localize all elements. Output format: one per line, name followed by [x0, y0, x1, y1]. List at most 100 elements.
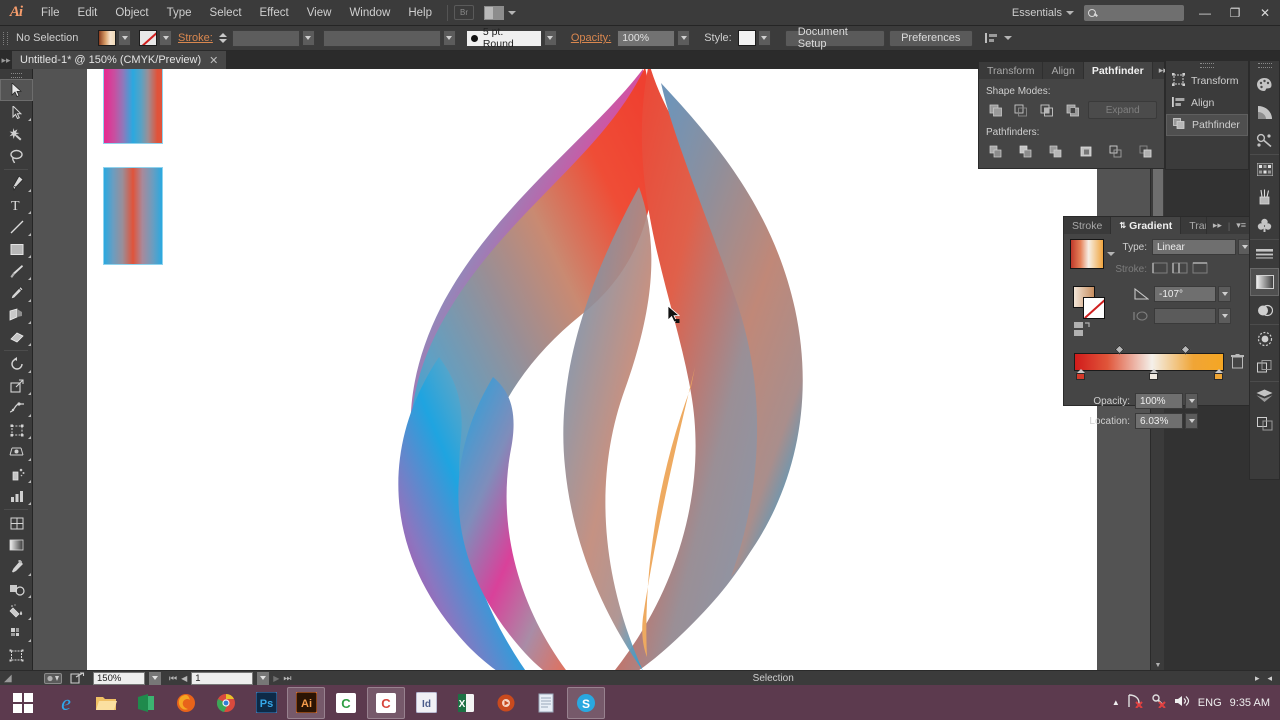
dock-item-transform[interactable]: Transform [1166, 70, 1248, 92]
perspective-grid-tool[interactable] [0, 622, 33, 644]
intersect-button[interactable] [1037, 101, 1057, 119]
menu-file[interactable]: File [32, 0, 69, 26]
minus-front-button[interactable] [1012, 101, 1032, 119]
restore-button[interactable]: ❐ [1220, 0, 1250, 26]
stroke-swatch[interactable] [139, 30, 157, 46]
stroke-profile-control[interactable] [323, 30, 456, 47]
bridge-icon[interactable]: Br [454, 5, 474, 20]
tab-stroke[interactable]: Stroke [1064, 217, 1111, 234]
document-setup-button[interactable]: Document Setup [785, 30, 885, 47]
paintbrush-tool[interactable] [0, 260, 33, 282]
stroke-weight-stepper[interactable] [219, 30, 230, 47]
opacity-field[interactable]: 100% [617, 30, 675, 47]
gradient-aspect-value[interactable] [1154, 308, 1216, 324]
scroll-down-icon[interactable]: ▼ [1151, 662, 1164, 669]
tab-gradient[interactable]: ⇅ Gradient [1111, 217, 1181, 234]
stroke-label[interactable]: Stroke: [172, 32, 219, 44]
layers-icon[interactable] [1250, 382, 1279, 410]
color-guide-icon[interactable] [1250, 98, 1279, 126]
gradient-stroke-box[interactable] [1083, 297, 1105, 319]
eraser-tool[interactable] [0, 326, 33, 348]
brush-definition-field[interactable]: 5 pt. Round [466, 30, 542, 47]
taskbar-office[interactable] [127, 687, 165, 719]
exclude-button[interactable] [1063, 101, 1083, 119]
gradient-location-value[interactable]: 6.03% [1135, 413, 1183, 429]
taskbar-skype[interactable]: S [567, 687, 605, 719]
dock-item-pathfinder[interactable]: Pathfinder [1166, 114, 1248, 136]
stroke-along-icon[interactable] [1172, 261, 1189, 278]
brush-definition-dropdown[interactable] [544, 30, 557, 46]
taskbar-camtasia[interactable]: C [327, 687, 365, 719]
minus-back-button[interactable] [1136, 142, 1156, 160]
fill-swatch-control[interactable] [98, 30, 131, 46]
direct-selection-tool[interactable] [0, 101, 33, 123]
tab-bar-grip[interactable]: ▸▸ [0, 51, 12, 69]
mesh-tool[interactable] [0, 512, 33, 534]
start-button[interactable] [0, 685, 46, 720]
opacity-label[interactable]: Opacity: [565, 32, 617, 44]
action-center-icon[interactable] [1151, 694, 1166, 711]
rotate-tool[interactable] [0, 353, 33, 375]
taskbar-media-player[interactable] [487, 687, 525, 719]
gradient-stop-3[interactable] [1214, 369, 1223, 380]
fill-swatch[interactable] [98, 30, 116, 46]
shape-perspective-tool[interactable] [0, 441, 33, 463]
stroke-swatch-control[interactable] [139, 30, 172, 46]
magic-wand-tool[interactable] [0, 123, 33, 145]
menu-edit[interactable]: Edit [69, 0, 107, 26]
graphic-styles-icon[interactable] [1250, 353, 1279, 381]
symbol-libraries-icon[interactable] [1250, 211, 1279, 239]
pencil-tool[interactable] [0, 282, 33, 304]
style-control[interactable] [738, 30, 771, 46]
next-artboard-icon[interactable]: ▶ [273, 674, 279, 683]
document-tab[interactable]: Untitled-1* @ 150% (CMYK/Preview) ✕ [12, 51, 227, 69]
shape-builder-tool[interactable] [0, 304, 33, 326]
chevron-down-icon[interactable] [1004, 36, 1012, 40]
stroke-profile-dropdown[interactable] [443, 30, 456, 46]
strip-grip[interactable] [1250, 61, 1279, 70]
gradient-stop-1[interactable] [1076, 369, 1085, 380]
zoom-level-value[interactable]: 150% [93, 672, 145, 685]
stroke-across-icon[interactable] [1192, 261, 1209, 278]
taskbar-photoshop[interactable]: Ps [247, 687, 285, 719]
gradient-angle-value[interactable]: -107° [1154, 286, 1216, 302]
zoom-level-control[interactable]: 150% [89, 671, 165, 686]
merge-button[interactable] [1046, 142, 1066, 160]
gradient-stop-2[interactable] [1149, 369, 1158, 380]
gradient-opacity-value[interactable]: 100% [1135, 393, 1183, 409]
preferences-button[interactable]: Preferences [889, 30, 973, 47]
scale-tool[interactable] [0, 375, 33, 397]
opacity-dropdown[interactable] [677, 30, 690, 46]
taskbar-indesign[interactable]: Id [407, 687, 445, 719]
transparency-icon[interactable] [1250, 296, 1279, 324]
gradient-location-dropdown[interactable] [1185, 413, 1198, 429]
taskbar-notepad[interactable] [527, 687, 565, 719]
gradient-preview-swatch[interactable] [1070, 239, 1104, 269]
graphic-style-swatch[interactable] [738, 30, 756, 46]
appearance-icon[interactable] [1250, 325, 1279, 353]
flame-logo-artwork[interactable] [343, 69, 803, 682]
brush-definition-control[interactable]: 5 pt. Round [466, 30, 557, 47]
gradient-rectangle-1[interactable] [103, 69, 163, 144]
gradient-presets-dropdown[interactable] [1107, 252, 1115, 256]
collapse-icon[interactable]: ▸▸ [1213, 220, 1222, 231]
align-icon[interactable] [985, 31, 1000, 45]
dock-item-align[interactable]: Align [1166, 92, 1248, 114]
taskbar-firefox[interactable] [167, 687, 205, 719]
eyedropper-tool[interactable] [0, 556, 33, 578]
tools-panel-grip[interactable] [0, 71, 32, 79]
gradient-slider[interactable] [1074, 353, 1224, 371]
reverse-gradient-icon[interactable] [1074, 322, 1092, 340]
tab-transparency[interactable]: Transparency [1181, 217, 1207, 234]
taskbar-chrome[interactable] [207, 687, 245, 719]
divide-button[interactable] [986, 142, 1006, 160]
taskbar-illustrator[interactable]: Ai [287, 687, 325, 719]
control-bar-grip[interactable] [0, 26, 10, 51]
tab-transform[interactable]: Transform [979, 62, 1043, 79]
expand-button[interactable]: Expand [1088, 101, 1157, 119]
stroke-weight-control[interactable] [232, 30, 315, 47]
language-indicator[interactable]: ENG [1198, 697, 1222, 709]
first-artboard-icon[interactable]: ⏮ [169, 673, 177, 684]
type-tool[interactable]: T [0, 194, 33, 216]
volume-icon[interactable] [1174, 694, 1190, 711]
